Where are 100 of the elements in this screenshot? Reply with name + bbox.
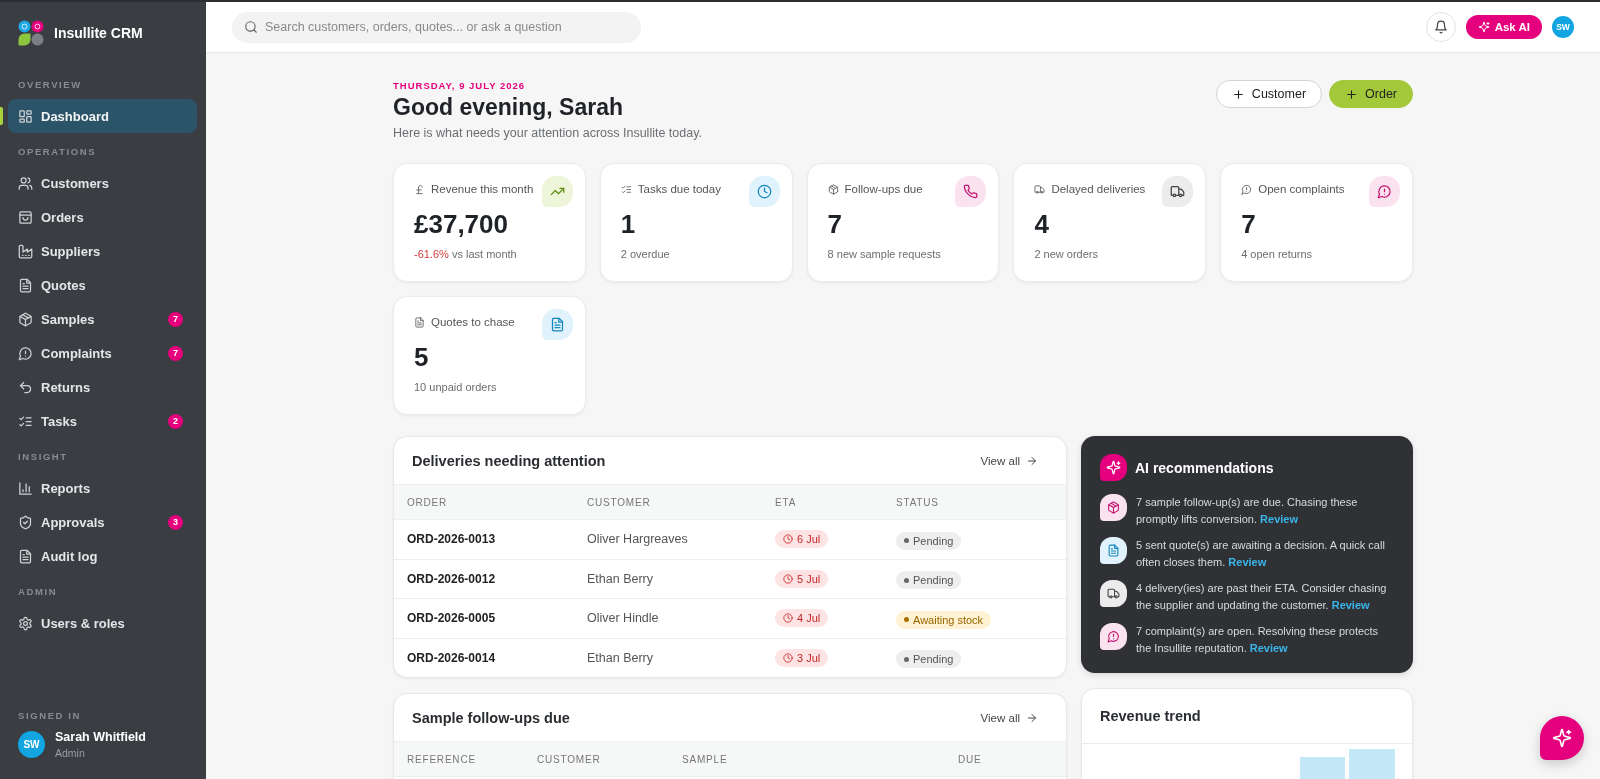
add-customer-button[interactable]: Customer [1215, 80, 1323, 108]
column-header: ETA [775, 496, 798, 508]
speech-bubble-alert-icon [18, 345, 33, 361]
review-link[interactable]: Review [1228, 555, 1267, 568]
table-cell-text: Ethan Berry [587, 650, 654, 665]
status-text: Pending [913, 574, 954, 586]
panel-title: AI recommendations [1135, 459, 1274, 476]
nav-item[interactable]: Quotes [8, 268, 197, 302]
nav-item[interactable]: Tasks 2 [8, 404, 197, 438]
truck-icon [1162, 176, 1194, 207]
document-icon [1100, 537, 1127, 564]
date-label: THURSDAY, 9 JULY 2026 [393, 80, 527, 92]
nav-item[interactable]: Approvals 3 [8, 505, 197, 539]
view-all-link[interactable]: View all [980, 711, 1038, 724]
column-header: ORDER [407, 496, 449, 508]
document-icon [18, 277, 33, 293]
eta-date: 3 Jul [797, 651, 821, 664]
arrow-right-icon [1026, 711, 1038, 724]
document-icon [18, 548, 33, 564]
stat-label: Follow-ups due [844, 183, 923, 195]
table-cell-text: ORD-2026-0013 [407, 532, 497, 547]
clock-icon [783, 652, 793, 663]
column-header: STATUS [896, 496, 940, 508]
nav-item[interactable]: Audit log [8, 539, 197, 573]
factory-icon [18, 243, 33, 259]
bar-chart-icon [18, 480, 33, 496]
recommendation-text: 5 sent quote(s) are awaiting a decision. A quick call often closes them. Review [1136, 538, 1386, 570]
review-link[interactable]: Review [1249, 641, 1288, 654]
stat-value: 7 [1241, 209, 1257, 239]
arrow-right-icon [1026, 454, 1038, 467]
speech-bubble-alert-icon [1241, 183, 1253, 195]
column-header: SAMPLE [682, 753, 729, 765]
stat-label: Delayed deliveries [1051, 183, 1146, 195]
search-icon [244, 20, 258, 34]
count-badge: 3 [168, 514, 183, 530]
section-label: OPERATIONS [18, 146, 97, 158]
eta-date: 6 Jul [797, 533, 821, 546]
table-cell-text: ORD-2026-0012 [407, 571, 497, 586]
settings-icon [18, 615, 33, 631]
nav-item[interactable]: Suppliers [8, 234, 197, 268]
search-field[interactable]: Search customers, orders, quotes... or ask a question [232, 11, 641, 43]
stat-value: 1 [620, 209, 637, 239]
stat-label: Open complaints [1258, 183, 1345, 195]
stat-label: Quotes to chase [431, 316, 515, 328]
document-icon [414, 316, 425, 328]
table-cell-text: Oliver Hindle [587, 611, 660, 626]
nav-item[interactable]: Users & roles [8, 606, 197, 640]
shield-check-icon [18, 514, 33, 530]
stat-note: 10 unpaid orders [414, 380, 498, 394]
review-link[interactable]: Review [1260, 512, 1299, 525]
clock-icon [783, 534, 793, 545]
status-text: Pending [913, 653, 954, 665]
notifications-button[interactable] [1425, 12, 1456, 42]
speech-bubble-alert-icon [1369, 176, 1400, 207]
user-role: Admin [55, 747, 85, 759]
nav-item[interactable]: Returns [8, 370, 197, 404]
ai-assistant-button[interactable] [1540, 716, 1584, 760]
user-avatar: SW [18, 731, 45, 758]
chart-bar [1349, 749, 1395, 779]
nav-item[interactable]: Dashboard [8, 99, 197, 133]
panel-title: Revenue trend [1100, 708, 1201, 724]
grid-icon [18, 108, 33, 124]
review-link[interactable]: Review [1331, 598, 1370, 611]
column-header: REFERENCE [407, 753, 477, 765]
stat-note: -61.6% vs last month [414, 247, 518, 261]
checklist-icon [620, 183, 632, 195]
box-icon [1100, 494, 1127, 521]
stat-note: 2 new orders [1034, 247, 1099, 261]
plus-icon [1231, 87, 1245, 101]
view-all-link[interactable]: View all [980, 454, 1038, 467]
status-text: Pending [913, 534, 954, 547]
clock-icon [783, 573, 793, 584]
sparkles-icon [1100, 454, 1127, 481]
section-label: INSIGHT [18, 451, 68, 463]
nav-item[interactable]: Complaints 7 [8, 336, 197, 370]
stat-value: 5 [414, 342, 430, 372]
users-icon [18, 175, 33, 191]
nav-item[interactable]: Samples 7 [8, 302, 197, 336]
nav-item[interactable]: Reports [8, 471, 197, 505]
section-label: ADMIN [18, 586, 58, 598]
plus-icon [1345, 87, 1359, 101]
add-order-button[interactable]: Order [1329, 80, 1413, 108]
truck-icon [1100, 580, 1127, 607]
clock-icon [783, 613, 793, 624]
status-dot-icon [904, 577, 909, 583]
column-header: DUE [958, 753, 983, 765]
truck-icon [1034, 183, 1046, 195]
sparkles-icon [1477, 21, 1490, 33]
status-dot-icon [904, 538, 909, 543]
logo-icon [18, 20, 44, 46]
stat-value: 7 [827, 209, 844, 239]
panel-title: Sample follow-ups due [412, 709, 570, 726]
nav-item[interactable]: Customers [8, 166, 197, 200]
nav-item[interactable]: Orders [8, 200, 197, 234]
table-cell-text: ORD-2026-0014 [407, 650, 497, 665]
stat-label: Tasks due today [637, 183, 721, 195]
ask-ai-button[interactable]: Ask AI [1465, 15, 1542, 39]
status-dot-icon [904, 617, 909, 622]
trend-up-icon [541, 176, 573, 207]
section-label: SIGNED IN [18, 710, 81, 722]
